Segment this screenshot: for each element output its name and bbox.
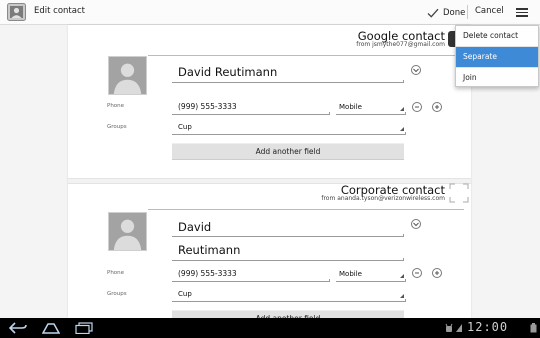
checkmark-icon [427,8,439,18]
menu-item-separate[interactable]: Separate [456,47,538,67]
contacts-app-icon[interactable] [7,3,26,21]
plus-icon [435,271,439,275]
back-icon[interactable] [8,322,28,334]
dropdown-arrow-icon [400,294,404,298]
family-name-field[interactable]: Reutimann [178,243,240,257]
remove-phone-button[interactable] [412,102,422,112]
battery-icon [530,323,537,333]
add-field-button[interactable]: Add another field [172,143,404,160]
account-email: from jsmythe077@gmail.com [356,41,445,48]
action-bar: Edit contact Done Cancel [0,0,540,25]
edit-contact-sheet: Google contact from jsmythe077@gmail.com… [68,25,471,318]
groups-select[interactable]: Cup [178,290,192,298]
system-bar: 12:00 [0,318,540,338]
home-icon[interactable] [42,322,60,334]
menu-item-delete-contact[interactable]: Delete contact [456,26,538,46]
groups-label: Groups [107,291,127,297]
done-button[interactable]: Done [427,4,465,21]
dropdown-arrow-icon [400,274,404,278]
add-field-button[interactable]: Add another field [172,310,404,318]
expand-name-button[interactable] [411,219,421,229]
phone-type-select[interactable]: Mobile [339,270,362,278]
phone-field[interactable]: (999) 555-3333 [178,102,237,111]
account-frame-icon [449,183,469,203]
menu-icon[interactable] [515,6,529,18]
phone-type-select[interactable]: Mobile [339,103,362,111]
cancel-button[interactable]: Cancel [475,6,504,16]
minus-icon [415,272,419,274]
add-phone-button[interactable] [432,102,442,112]
recent-apps-icon[interactable] [75,322,93,334]
given-name-field[interactable]: David [178,220,211,234]
page-title: Edit contact [34,6,85,16]
signal-icon [455,323,463,333]
account-email: from ananda.tyson@verizonwireless.com [321,195,445,202]
android-debug-icon [444,323,454,333]
groups-select[interactable]: Cup [178,123,192,131]
done-label: Done [443,7,466,18]
minus-icon [415,106,419,108]
dropdown-arrow-icon [400,107,404,111]
dropdown-arrow-icon [400,127,404,131]
plus-icon [435,105,439,109]
chevron-down-icon [413,68,419,73]
phone-field[interactable]: (999) 555-3333 [178,269,237,278]
phone-label: Phone [107,103,125,109]
name-field[interactable]: David Reutimann [178,65,277,79]
overflow-menu: Delete contact Separate Join [455,25,539,87]
account-divider [148,209,464,210]
add-phone-button[interactable] [432,268,442,278]
chevron-down-icon [413,222,419,227]
contact-photo[interactable] [108,212,147,251]
phone-label: Phone [107,270,125,276]
menu-item-join[interactable]: Join [456,68,538,88]
remove-phone-button[interactable] [412,268,422,278]
account-divider [148,55,464,56]
expand-name-button[interactable] [411,65,421,75]
groups-label: Groups [107,124,127,130]
action-divider [467,5,468,19]
clock: 12:00 [467,320,509,334]
contact-photo[interactable] [108,56,147,95]
